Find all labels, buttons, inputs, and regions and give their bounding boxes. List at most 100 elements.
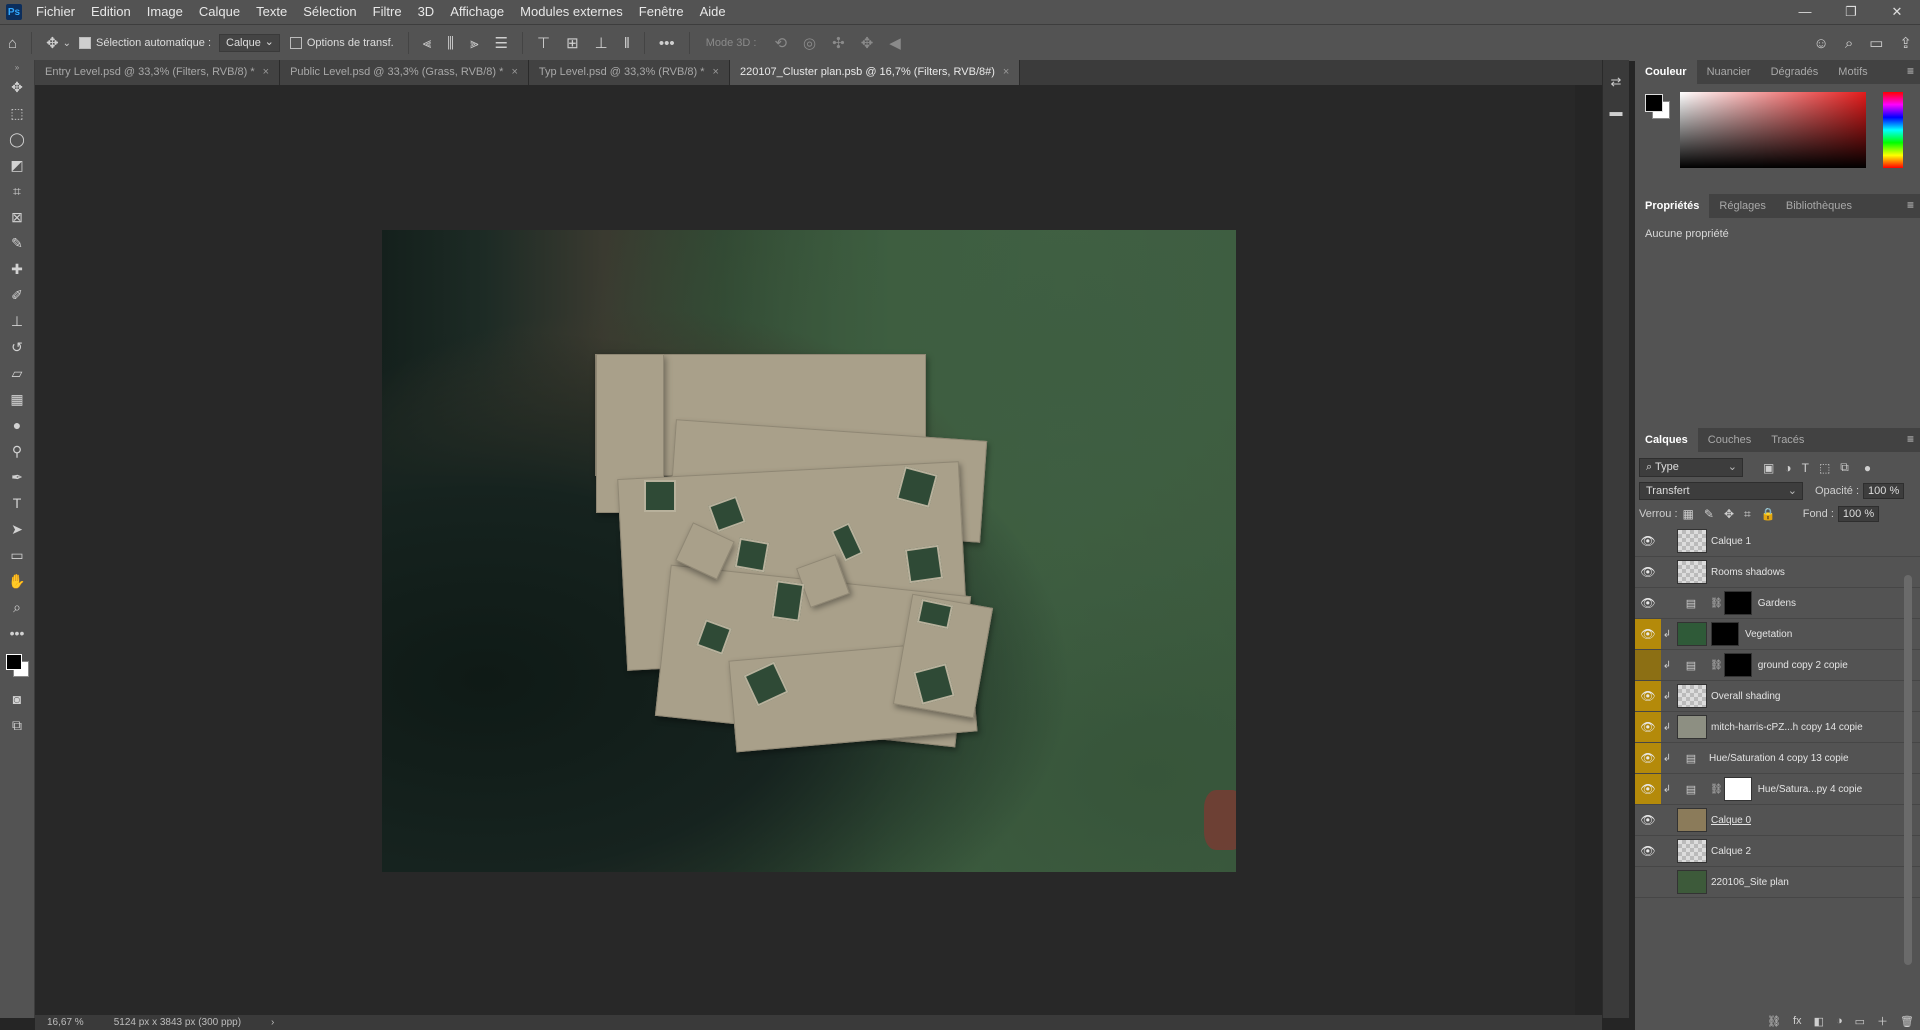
comments-icon[interactable]: ▬	[1603, 104, 1629, 119]
fx-icon[interactable]: fx	[1793, 1015, 1802, 1027]
blur-tool-icon[interactable]: ●	[0, 412, 34, 438]
menu-fenetre[interactable]: Fenêtre	[631, 0, 692, 24]
share-user-icon[interactable]: ☺	[1814, 35, 1829, 52]
tab-entry-level[interactable]: Entry Level.psd @ 33,3% (Filters, RVB/8)…	[35, 60, 281, 85]
eye-icon[interactable]: 👁	[1635, 557, 1661, 587]
layers-scrollbar[interactable]	[1904, 575, 1912, 965]
tab-proprietes[interactable]: Propriétés	[1635, 194, 1710, 218]
eye-icon[interactable]: 👁	[1635, 805, 1661, 835]
tab-calques[interactable]: Calques	[1635, 428, 1698, 452]
filter-type-icon[interactable]: T	[1802, 461, 1809, 475]
lock-artboard-icon[interactable]: ⌗	[1744, 507, 1751, 522]
align-middle-icon[interactable]: ⊞	[566, 34, 579, 52]
brush-tool-icon[interactable]: ✐	[0, 282, 34, 308]
distribute-vertical-icon[interactable]: ‖	[624, 35, 630, 52]
search-icon[interactable]: ⌕	[1845, 35, 1853, 52]
layer-row[interactable]: 👁 ↲ ▤ ⛓ Hue/Satura...py 4 copie	[1635, 774, 1920, 805]
menu-calque[interactable]: Calque	[191, 0, 248, 24]
layer-filter-dropdown[interactable]: ⌕ Type	[1639, 458, 1743, 477]
crop-tool-icon[interactable]: ⌗	[0, 178, 34, 204]
color-swatches[interactable]	[0, 646, 34, 686]
eye-icon[interactable]: 👁	[1635, 588, 1661, 618]
chain-link-icon[interactable]: ⛓	[1710, 784, 1723, 795]
tab-couleur[interactable]: Couleur	[1635, 60, 1697, 84]
lock-all-icon[interactable]: 🔒	[1761, 507, 1776, 521]
object-select-tool-icon[interactable]: ◩	[0, 152, 34, 178]
more-options-button[interactable]: •••	[659, 35, 675, 52]
collapse-icon[interactable]: »	[0, 60, 34, 74]
restore-button[interactable]: ❐	[1828, 4, 1874, 20]
healing-brush-tool-icon[interactable]: ✚	[0, 256, 34, 282]
filter-toggle-icon[interactable]: ●	[1864, 461, 1871, 475]
layer-row[interactable]: 👁 Calque 0	[1635, 805, 1920, 836]
slide-3d-icon[interactable]: ✥	[861, 34, 874, 52]
more-tools-icon[interactable]: •••	[0, 620, 34, 646]
stamp-tool-icon[interactable]: ⊥	[0, 308, 34, 334]
zoom-level[interactable]: 16,67 %	[47, 1017, 84, 1028]
new-group-icon[interactable]: ▭	[1855, 1015, 1865, 1028]
layer-row[interactable]: 👁 ▤ ⛓ Gardens	[1635, 588, 1920, 619]
panel-menu-icon[interactable]: ≡	[1907, 64, 1914, 78]
chain-link-icon[interactable]: ⛓	[1710, 598, 1723, 609]
move-tool-icon[interactable]: ✥	[46, 34, 59, 52]
zoom-tool-icon[interactable]: ⌕	[0, 594, 34, 620]
menu-aide[interactable]: Aide	[692, 0, 734, 24]
menu-selection[interactable]: Sélection	[295, 0, 364, 24]
layer-row[interactable]: 👁 Calque 1	[1635, 526, 1920, 557]
type-tool-icon[interactable]: T	[0, 490, 34, 516]
path-select-tool-icon[interactable]: ➤	[0, 516, 34, 542]
filter-pixel-icon[interactable]: ▣	[1763, 461, 1774, 475]
eyedropper-tool-icon[interactable]: ✎	[0, 230, 34, 256]
fill-field[interactable]: 100 %	[1837, 506, 1880, 522]
tab-motifs[interactable]: Motifs	[1828, 60, 1877, 84]
workspace-icon[interactable]: ▭	[1869, 34, 1883, 52]
eye-icon[interactable]: 👁	[1635, 712, 1661, 742]
foreground-color-swatch[interactable]	[1645, 94, 1663, 112]
home-icon[interactable]: ⌂	[8, 35, 17, 52]
menu-3d[interactable]: 3D	[410, 0, 443, 24]
align-top-icon[interactable]: ⊤	[537, 34, 550, 52]
align-right-icon[interactable]: ⫸	[470, 35, 478, 52]
color-picker-field[interactable]	[1680, 92, 1866, 168]
hand-tool-icon[interactable]: ✋	[0, 568, 34, 594]
add-mask-icon[interactable]: ◧	[1814, 1015, 1824, 1028]
blend-mode-dropdown[interactable]: Transfert	[1639, 482, 1803, 500]
quick-mask-icon[interactable]: ◙	[0, 686, 34, 712]
tab-bibliotheques[interactable]: Bibliothèques	[1776, 194, 1862, 218]
foreground-color-swatch[interactable]	[6, 654, 22, 670]
camera-3d-icon[interactable]: ◀	[889, 34, 901, 52]
align-left-icon[interactable]: ⫷	[423, 35, 431, 52]
eye-icon[interactable]: 👁	[1635, 774, 1661, 804]
pan-3d-icon[interactable]: ✣	[832, 34, 845, 52]
visibility-toggle-off[interactable]	[1635, 867, 1661, 897]
close-icon[interactable]: ×	[1003, 66, 1009, 78]
menu-fichier[interactable]: Fichier	[28, 0, 83, 24]
roll-3d-icon[interactable]: ◎	[803, 34, 816, 52]
history-brush-tool-icon[interactable]: ↺	[0, 334, 34, 360]
export-icon[interactable]: ⇪	[1899, 34, 1912, 52]
menu-modules-externes[interactable]: Modules externes	[512, 0, 631, 24]
close-icon[interactable]: ×	[511, 66, 517, 78]
chevron-down-icon[interactable]: ⌄	[63, 38, 71, 49]
visibility-toggle-off[interactable]	[1635, 650, 1661, 680]
filter-shape-icon[interactable]: ⬚	[1819, 461, 1830, 475]
layer-row[interactable]: 👁 ↲ Overall shading	[1635, 681, 1920, 712]
layer-row[interactable]: 👁 Calque 2	[1635, 836, 1920, 867]
move-tool-icon[interactable]: ✥	[0, 74, 34, 100]
trash-icon[interactable]: 🗑	[1900, 1015, 1914, 1028]
layer-row[interactable]: 👁 ↲ mitch-harris-cPZ...h copy 14 copie	[1635, 712, 1920, 743]
hue-slider[interactable]	[1883, 92, 1903, 168]
lock-position-icon[interactable]: ✥	[1724, 507, 1734, 521]
minimize-button[interactable]: —	[1782, 4, 1828, 20]
lasso-tool-icon[interactable]: ◯	[0, 126, 34, 152]
tab-typ-level[interactable]: Typ Level.psd @ 33,3% (RVB/8) * ×	[528, 60, 730, 85]
opacity-field[interactable]: 100 %	[1863, 483, 1905, 499]
align-center-icon[interactable]: ⫼	[447, 35, 454, 52]
pen-tool-icon[interactable]: ✒	[0, 464, 34, 490]
menu-texte[interactable]: Texte	[248, 0, 295, 24]
adjustment-layer-icon[interactable]: ◑	[1836, 1015, 1843, 1027]
menu-edition[interactable]: Edition	[83, 0, 139, 24]
close-button[interactable]: ✕	[1874, 4, 1920, 20]
screen-mode-icon[interactable]: ⧉	[0, 712, 34, 738]
tab-traces[interactable]: Tracés	[1761, 428, 1814, 452]
